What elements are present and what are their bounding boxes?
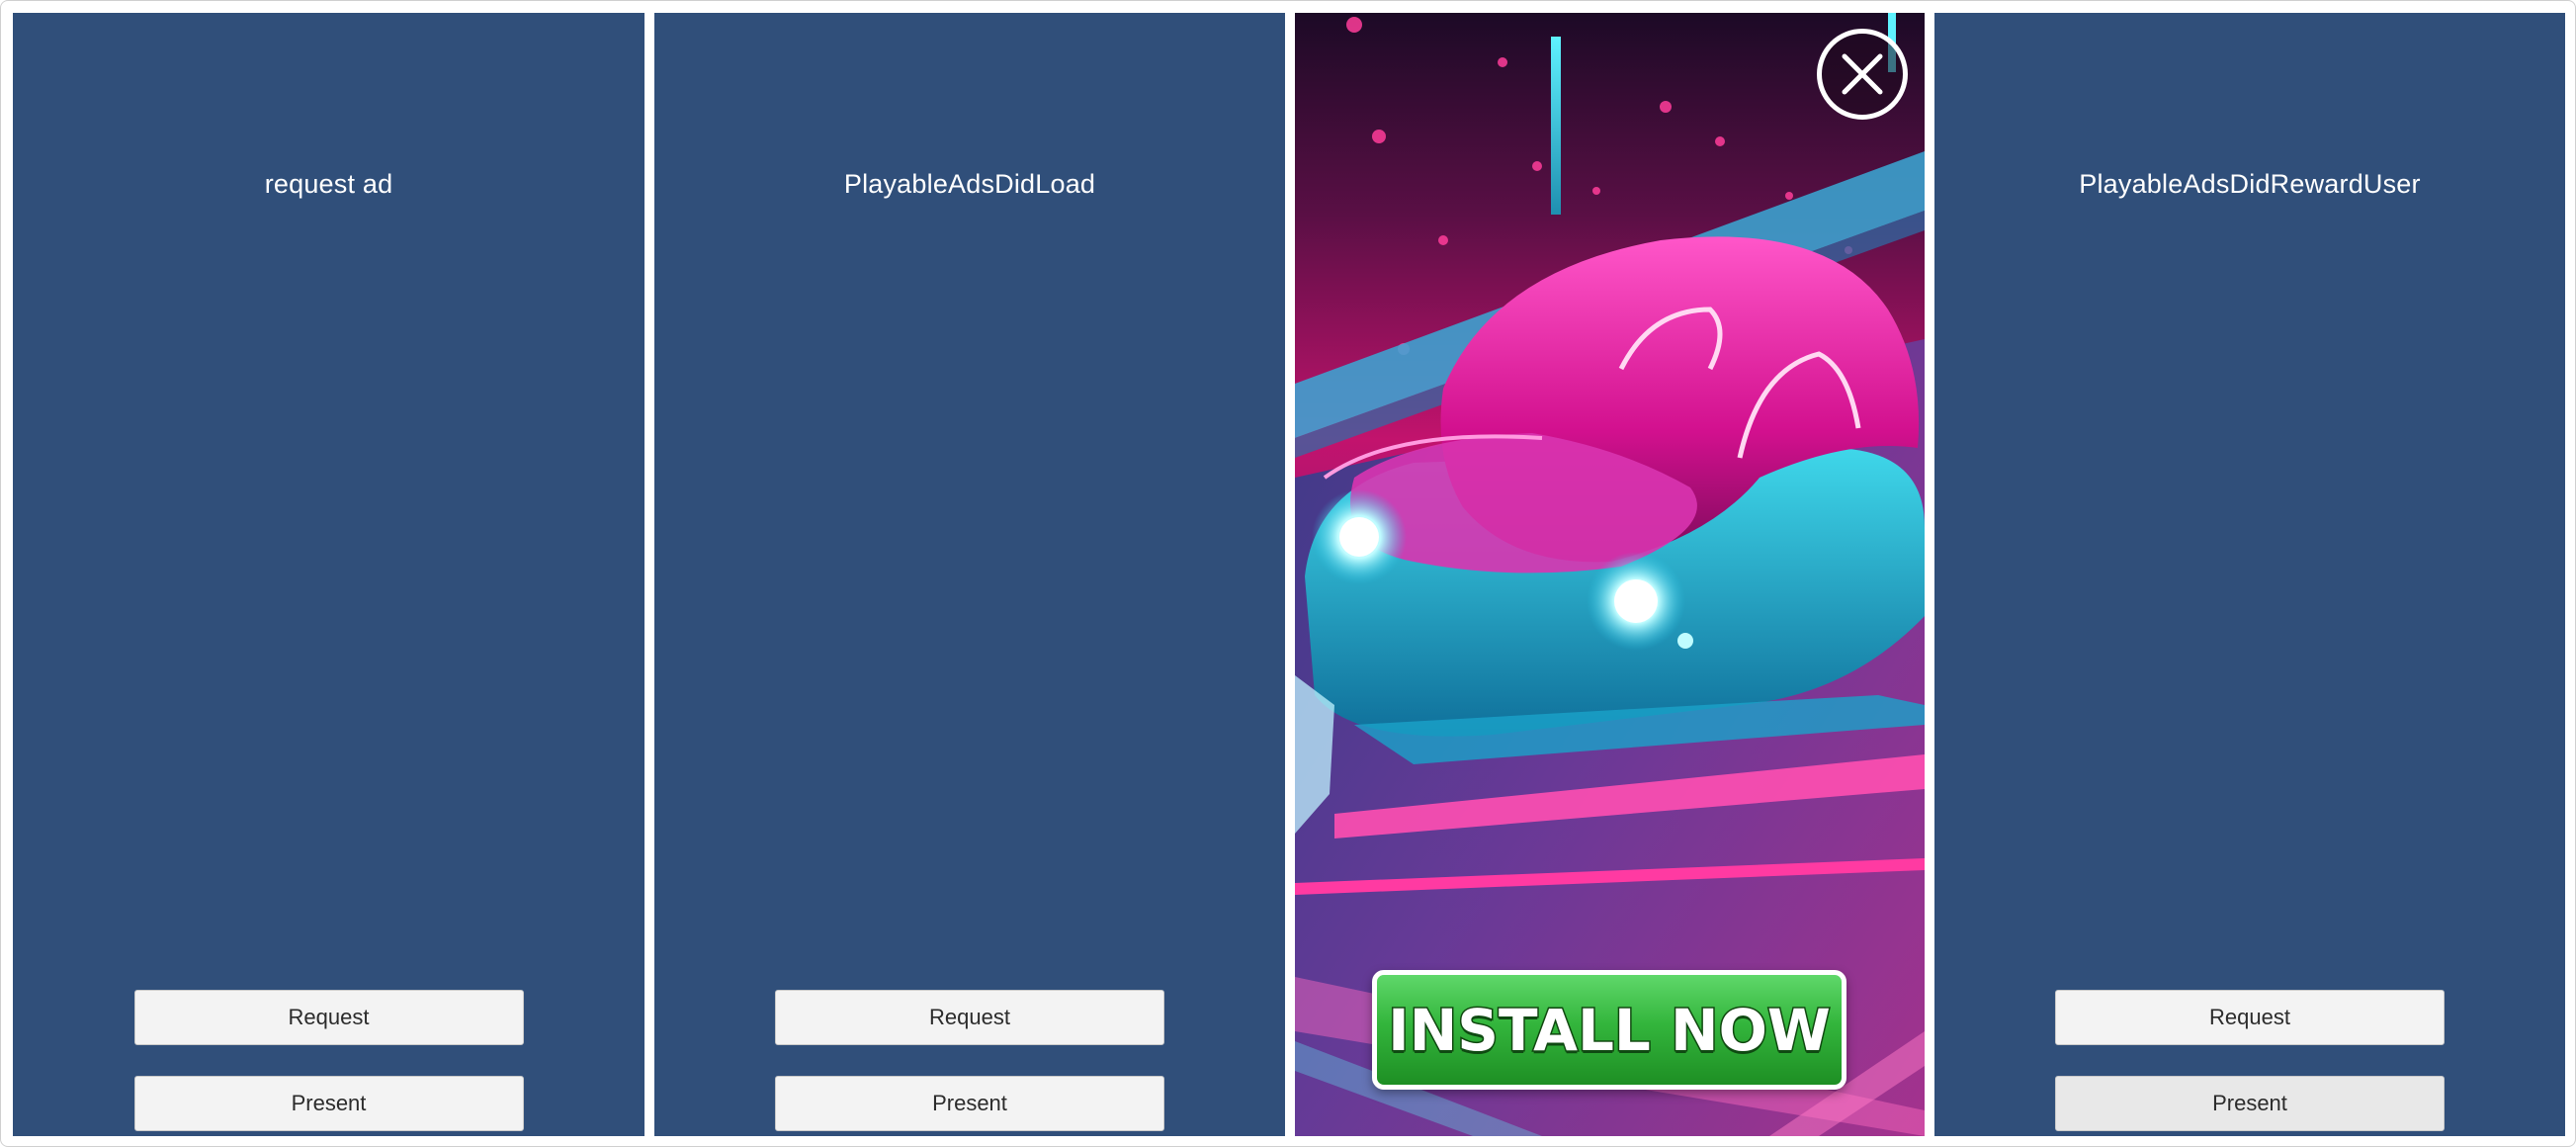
request-button[interactable]: Request [133, 990, 524, 1045]
app-screen-reward-user: PlayableAdsDidRewardUser Request Present [1934, 13, 2565, 1136]
present-button[interactable]: Present [133, 1076, 524, 1131]
ad-close-button[interactable] [1817, 29, 1908, 120]
app-screen-ad-loaded: PlayableAdsDidLoad Request Present [654, 13, 1285, 1136]
present-button[interactable]: Present [775, 1076, 1164, 1131]
close-icon [1842, 53, 1883, 95]
neon-car-ad-artwork[interactable] [1295, 13, 1925, 1136]
status-label: request ad [264, 169, 393, 199]
status-label: PlayableAdsDidRewardUser [2079, 169, 2421, 199]
playable-ad-screen: INSTALL NOW [1295, 13, 1925, 1136]
request-button[interactable]: Request [2055, 990, 2445, 1045]
screenshot-frame: request ad Request Present PlayableAdsDi… [0, 0, 2576, 1147]
request-button[interactable]: Request [775, 990, 1164, 1045]
app-screen-request-ad: request ad Request Present [13, 13, 644, 1136]
install-now-label: INSTALL NOW [1387, 995, 1833, 1065]
present-button[interactable]: Present [2055, 1076, 2445, 1131]
status-label: PlayableAdsDidLoad [843, 169, 1096, 199]
install-now-button[interactable]: INSTALL NOW [1372, 970, 1846, 1090]
